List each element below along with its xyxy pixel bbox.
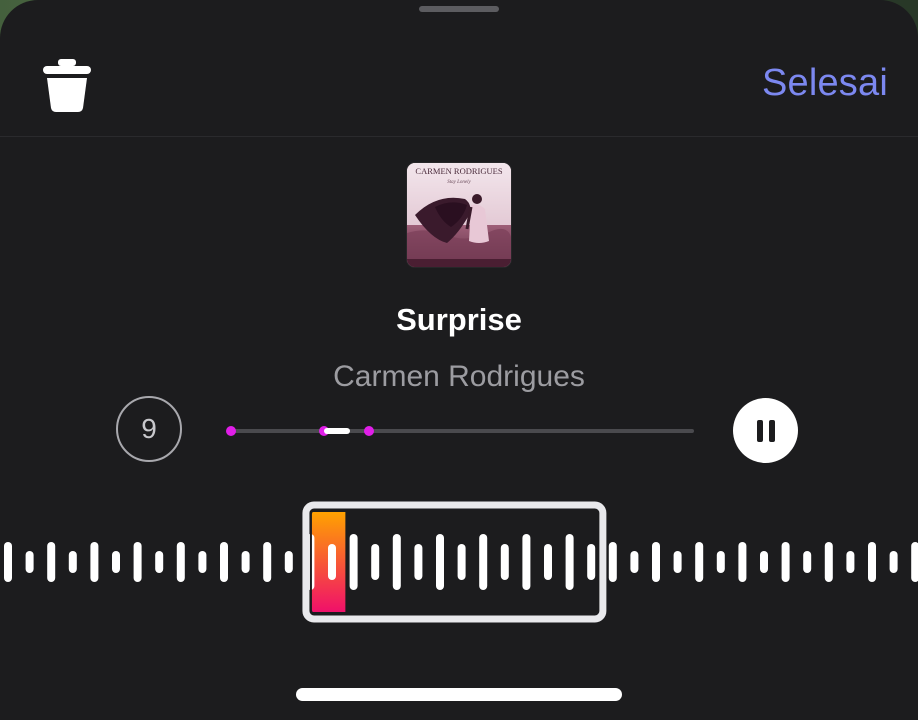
waveform-bar bbox=[349, 534, 358, 590]
scrubber-thumb[interactable] bbox=[324, 428, 350, 434]
waveform-bar bbox=[544, 544, 552, 580]
album-art-subtitle: Stay Lonely bbox=[447, 180, 471, 185]
artist-name: Carmen Rodrigues bbox=[333, 360, 585, 393]
waveform-bar bbox=[263, 542, 272, 582]
waveform-bar bbox=[889, 551, 898, 573]
waveform-bar bbox=[220, 542, 228, 582]
pause-icon bbox=[768, 419, 775, 442]
pause-icon bbox=[756, 419, 763, 442]
waveform-bar bbox=[608, 542, 617, 582]
waveform-bar bbox=[392, 534, 401, 590]
waveform-bar bbox=[522, 534, 531, 590]
waveform-bar bbox=[25, 551, 34, 573]
playback-scrubber[interactable] bbox=[226, 416, 696, 446]
waveform-bar bbox=[112, 551, 120, 573]
waveform-bar bbox=[587, 544, 596, 580]
waveform-bar bbox=[457, 544, 466, 580]
marker-dot bbox=[226, 426, 236, 436]
pause-button[interactable] bbox=[733, 398, 798, 463]
waveform-bar bbox=[803, 551, 812, 573]
header-divider bbox=[0, 136, 918, 137]
scrubber-track bbox=[228, 429, 694, 433]
home-indicator bbox=[296, 688, 622, 701]
waveform-bar bbox=[176, 542, 185, 582]
waveform-bar bbox=[436, 534, 444, 590]
waveform-bar bbox=[68, 551, 77, 573]
waveform-bar bbox=[565, 534, 574, 590]
album-art: CARMEN RODRIGUES Stay Lonely bbox=[407, 163, 511, 267]
waveform-bar bbox=[500, 544, 509, 580]
waveform-bar bbox=[414, 544, 423, 580]
delete-button[interactable] bbox=[40, 56, 94, 114]
waveform-bar bbox=[198, 551, 207, 573]
waveform-bar bbox=[241, 551, 250, 573]
waveform-bar bbox=[846, 551, 855, 573]
waveform-bar bbox=[695, 542, 704, 582]
waveform-bar bbox=[371, 544, 380, 580]
waveform-bar bbox=[284, 551, 293, 573]
waveform-bar bbox=[4, 542, 12, 582]
marker-dot bbox=[364, 426, 374, 436]
waveform-bar bbox=[760, 551, 768, 573]
waveform-clip-selector[interactable] bbox=[0, 500, 918, 630]
waveform-bar bbox=[479, 534, 488, 590]
waveform-bar bbox=[155, 551, 164, 573]
waveform-bar bbox=[673, 551, 682, 573]
waveform-bar bbox=[133, 542, 142, 582]
waveform-bar bbox=[911, 542, 918, 582]
waveform-bar bbox=[630, 551, 639, 573]
clip-editor-sheet: Selesai CARMEN RODRIGUES Stay Lonely Sur… bbox=[0, 0, 918, 720]
waveform-bar bbox=[716, 551, 725, 573]
waveform-bar bbox=[47, 542, 56, 582]
waveform-bar bbox=[328, 544, 336, 580]
clip-count-badge[interactable]: 9 bbox=[116, 396, 182, 462]
waveform-bar bbox=[868, 542, 876, 582]
waveform-bar bbox=[781, 542, 790, 582]
album-art-title: CARMEN RODRIGUES bbox=[415, 166, 502, 176]
song-title: Surprise bbox=[396, 302, 522, 337]
waveform-bar bbox=[824, 542, 833, 582]
waveform-bar bbox=[90, 542, 99, 582]
waveform-bar bbox=[652, 542, 660, 582]
waveform-bar bbox=[738, 542, 747, 582]
sheet-grabber[interactable] bbox=[419, 6, 499, 12]
done-button[interactable]: Selesai bbox=[762, 62, 888, 105]
trash-icon bbox=[43, 59, 91, 112]
